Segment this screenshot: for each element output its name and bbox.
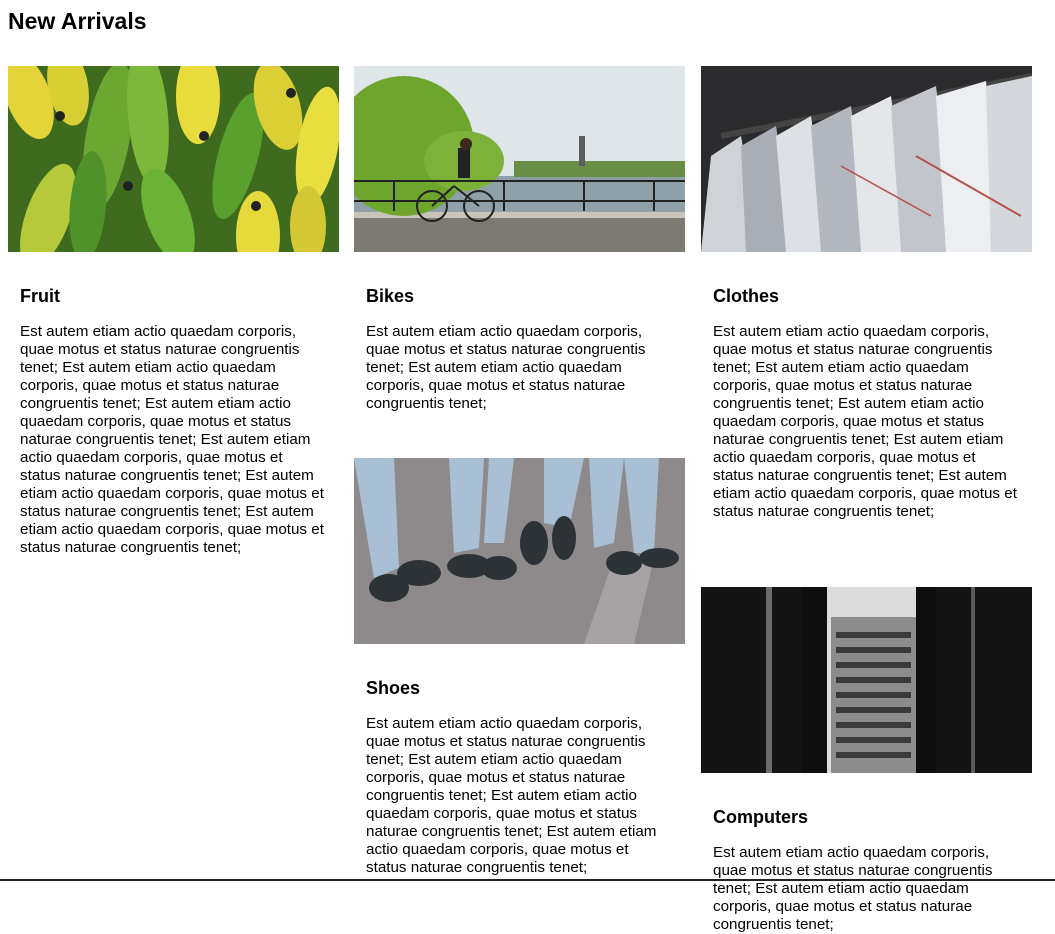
sneakers-image — [354, 458, 685, 644]
card-description: Est autem etiam actio quaedam corporis, … — [713, 844, 993, 933]
card-title: Fruit — [20, 286, 60, 306]
card-shoes: Shoes Est autem etiam actio quaedam corp… — [354, 458, 685, 877]
shirts-image — [701, 66, 1032, 252]
ibm-building-image — [701, 587, 1032, 773]
page-title: New Arrivals — [8, 8, 147, 34]
card-description: Est autem etiam actio quaedam corporis, … — [20, 323, 324, 556]
bottom-divider — [0, 879, 1055, 881]
card-description: Est autem etiam actio quaedam corporis, … — [713, 323, 1017, 520]
card-fruit: Fruit Est autem etiam actio quaedam corp… — [8, 66, 339, 557]
card-description: Est autem etiam actio quaedam corporis, … — [366, 323, 646, 412]
card-description: Est autem etiam actio quaedam corporis, … — [366, 715, 657, 876]
card-clothes: Clothes Est autem etiam actio quaedam co… — [701, 66, 1032, 521]
card-title: Bikes — [366, 286, 415, 306]
cyclist-image — [354, 66, 685, 252]
card-title: Clothes — [713, 286, 780, 306]
card-title: Shoes — [366, 678, 421, 698]
card-bikes: Bikes Est autem etiam actio quaedam corp… — [354, 66, 685, 413]
card-title: Computers — [713, 807, 809, 827]
bananas-image — [8, 66, 339, 252]
